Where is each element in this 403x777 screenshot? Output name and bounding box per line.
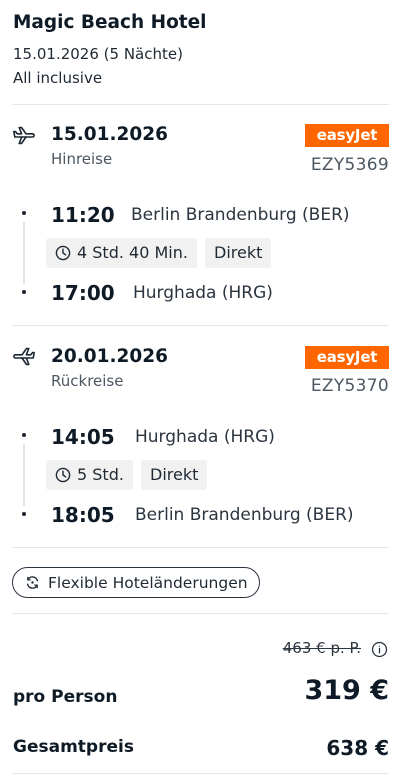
outbound-date: 15.01.2026 — [51, 124, 169, 145]
outbound-duration: 4 Std. 40 Min. — [77, 243, 188, 262]
return-duration: 5 Std. — [77, 465, 124, 484]
easyjet-logo: easyJet — [305, 124, 389, 147]
offer-detail-panel: Magic Beach Hotel 15.01.2026 (5 Nächte) … — [0, 0, 403, 777]
outbound-departure-airport: Berlin Brandenburg (BER) — [131, 205, 350, 225]
timeline-line — [23, 444, 25, 506]
return-departure-airport: Hurghada (HRG) — [135, 427, 275, 447]
outbound-stops: Direkt — [214, 243, 263, 262]
arrival-dot — [22, 512, 26, 516]
clock-icon — [55, 245, 71, 261]
flexible-changes-button[interactable]: Flexible Hoteländerungen — [12, 567, 260, 598]
return-arrival-airport: Berlin Brandenburg (BER) — [135, 505, 354, 525]
return-arrival-time: 18:05 — [51, 503, 115, 527]
return-stops-chip: Direkt — [141, 460, 208, 490]
total-label: Gesamtpreis — [13, 737, 134, 757]
outbound-departure-time: 11:20 — [51, 203, 115, 227]
hotel-name: Magic Beach Hotel — [13, 12, 207, 33]
return-date: 20.01.2026 — [51, 346, 169, 367]
outbound-stops-chip: Direkt — [205, 238, 272, 268]
info-icon[interactable] — [371, 641, 388, 658]
easyjet-logo: easyJet — [305, 346, 389, 369]
plane-takeoff-icon — [12, 125, 36, 149]
divider — [12, 613, 389, 614]
divider — [12, 325, 389, 326]
timeline-line — [23, 222, 25, 284]
board-type: All inclusive — [13, 69, 103, 87]
per-person-price: 319 € — [304, 675, 389, 706]
departure-dot — [22, 211, 26, 215]
outbound-flight-number: EZY5369 — [310, 155, 389, 175]
return-departure-time: 14:05 — [51, 425, 115, 449]
clock-icon — [55, 467, 71, 483]
divider — [12, 547, 389, 548]
refresh-icon — [25, 575, 40, 590]
return-label: Rückreise — [51, 372, 124, 390]
flexible-changes-label: Flexible Hoteländerungen — [48, 573, 248, 592]
outbound-arrival-airport: Hurghada (HRG) — [133, 283, 273, 303]
outbound-duration-chip: 4 Std. 40 Min. — [46, 238, 197, 268]
return-flight-number: EZY5370 — [310, 376, 389, 396]
divider — [12, 773, 389, 774]
arrival-dot — [22, 290, 26, 294]
departure-dot — [22, 433, 26, 437]
old-price: 463 € p. P. — [282, 639, 361, 657]
stay-dates: 15.01.2026 (5 Nächte) — [13, 45, 183, 63]
return-duration-chip: 5 Std. — [46, 460, 133, 490]
return-stops: Direkt — [150, 465, 199, 484]
per-person-label: pro Person — [13, 687, 118, 707]
total-price: 638 € — [326, 736, 389, 760]
divider — [12, 104, 389, 105]
outbound-arrival-time: 17:00 — [51, 281, 115, 305]
plane-landing-icon — [12, 346, 36, 370]
outbound-label: Hinreise — [51, 150, 113, 168]
